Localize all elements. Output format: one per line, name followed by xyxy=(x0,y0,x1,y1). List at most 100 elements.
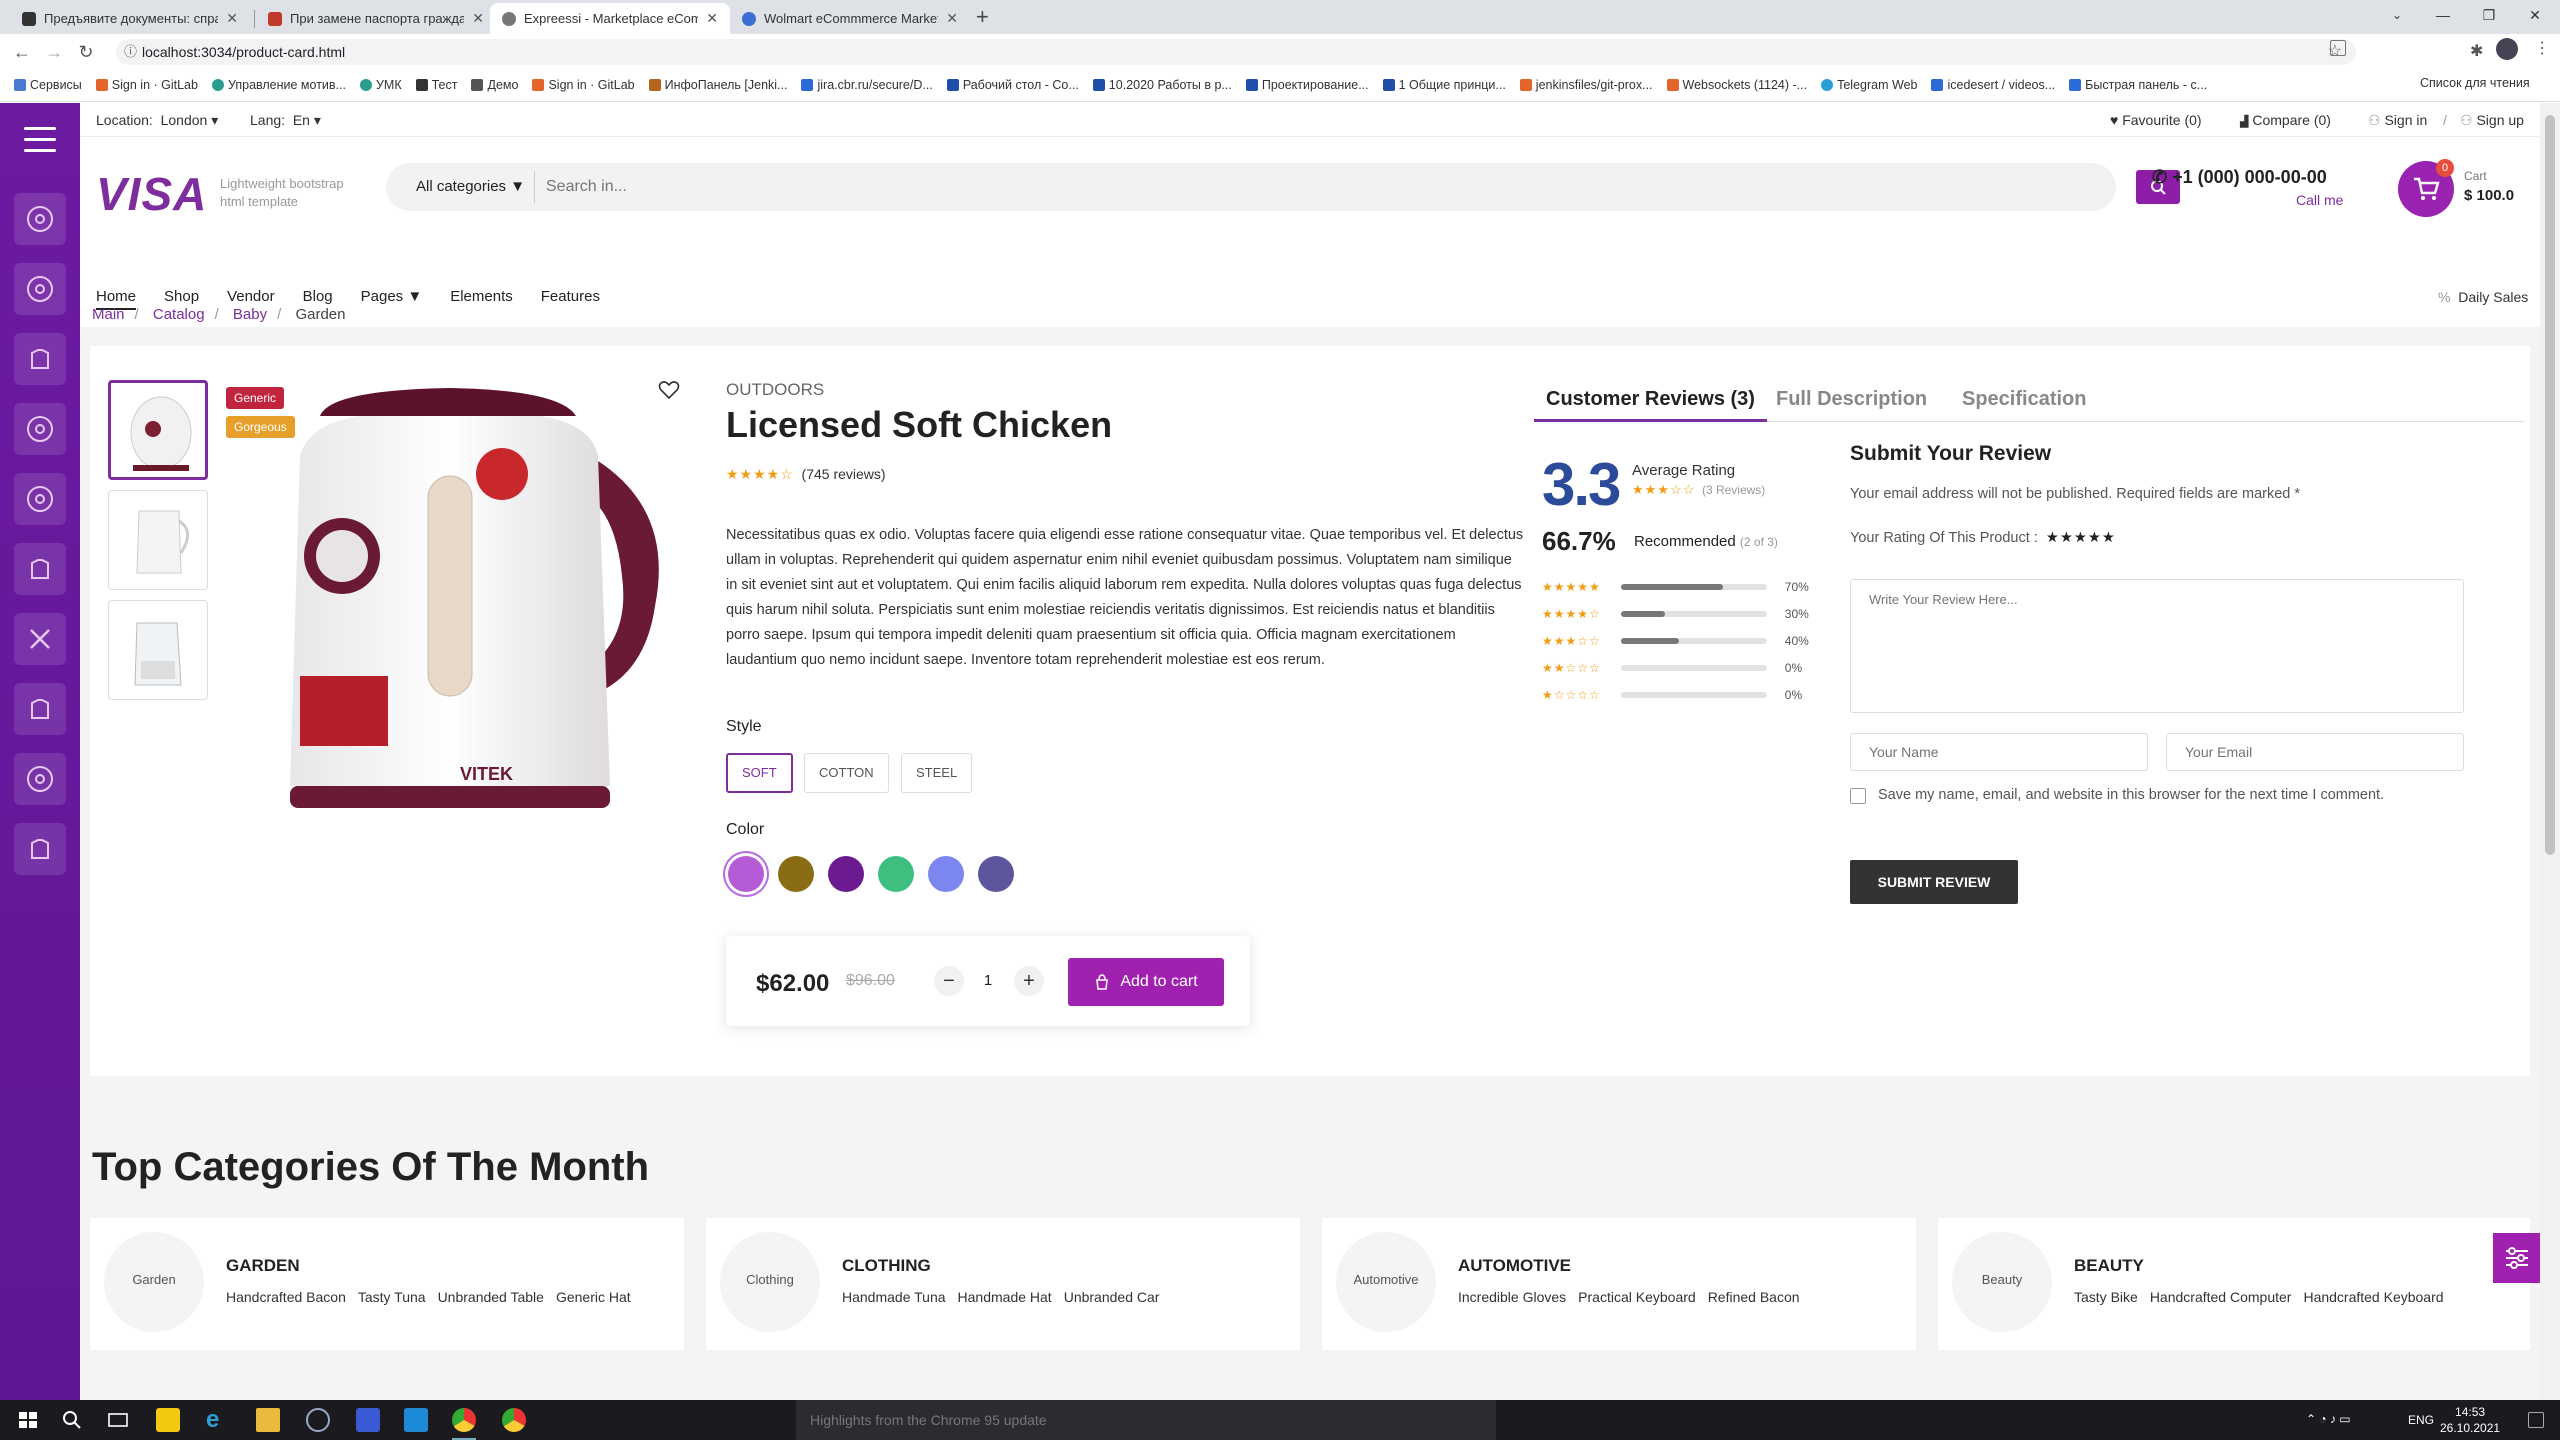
category-link[interactable]: Practical Keyboard xyxy=(1578,1289,1696,1305)
bookmark-item[interactable]: Демо xyxy=(471,78,518,92)
color-swatch[interactable] xyxy=(728,856,764,892)
signup-link[interactable]: ⚇ Sign up xyxy=(2460,112,2524,129)
close-icon[interactable]: ✕ xyxy=(706,10,718,27)
call-me-link[interactable]: Call me xyxy=(2296,192,2343,208)
submit-review-button[interactable]: SUBMIT REVIEW xyxy=(1850,860,2018,904)
category-card[interactable]: Beauty BEAUTY Tasty Bike Handcrafted Comp… xyxy=(1938,1218,2530,1350)
close-icon[interactable]: ✕ xyxy=(472,10,484,27)
category-link[interactable]: Handcrafted Keyboard xyxy=(2303,1289,2443,1305)
back-arrow-icon[interactable]: ← xyxy=(8,38,36,66)
vscode-icon[interactable] xyxy=(404,1408,428,1432)
settings-sliders-button[interactable] xyxy=(2493,1233,2541,1283)
close-icon[interactable]: ✕ xyxy=(226,10,238,27)
review-textarea[interactable] xyxy=(1850,579,2464,713)
category-link[interactable]: Generic Hat xyxy=(556,1289,631,1305)
sidebar-shirt-icon[interactable] xyxy=(14,333,66,385)
address-bar[interactable]: ⓘ localhost:3034/product-card.html ☆ xyxy=(116,39,2356,65)
category-link[interactable]: Handcrafted Computer xyxy=(2150,1289,2292,1305)
bookmark-item[interactable]: 1 Общие принци... xyxy=(1382,78,1506,92)
sidebar-ball-icon[interactable] xyxy=(14,753,66,805)
reload-icon[interactable]: ↻ xyxy=(72,38,100,66)
tray-icons[interactable]: ⌃ ◔ ♪ ▭ xyxy=(2306,1412,2351,1426)
style-option[interactable]: SOFT xyxy=(726,753,793,793)
bookmark-item[interactable]: Websockets (1124) -... xyxy=(1666,78,1807,92)
color-swatch[interactable] xyxy=(928,856,964,892)
translate-icon[interactable] xyxy=(2330,40,2346,56)
sidebar-ball-icon[interactable] xyxy=(14,263,66,315)
tab-search-icon[interactable]: ⌄ xyxy=(2374,0,2420,30)
review-count[interactable]: (745 reviews) xyxy=(802,466,886,482)
chrome-icon[interactable] xyxy=(452,1408,476,1432)
category-name[interactable]: CLOTHING xyxy=(842,1256,931,1276)
category-card[interactable]: Automotive AUTOMOTIVE Incredible Gloves P… xyxy=(1322,1218,1916,1350)
style-option[interactable]: COTTON xyxy=(804,753,889,793)
cart-button[interactable]: 0 xyxy=(2398,159,2454,217)
sidebar-shirt-icon[interactable] xyxy=(14,683,66,735)
daily-sales-link[interactable]: % Daily Sales xyxy=(2438,289,2528,305)
tab-specification[interactable]: Specification xyxy=(1962,388,2086,419)
bookmark-item[interactable]: Sign in · GitLab xyxy=(95,78,198,92)
quantity-increase-button[interactable]: + xyxy=(1014,966,1044,996)
wishlist-heart-icon[interactable] xyxy=(658,380,680,403)
extensions-icon[interactable]: ✱ xyxy=(2470,41,2483,61)
category-image[interactable]: Beauty xyxy=(1952,1232,2052,1332)
windows-start-icon[interactable] xyxy=(16,1408,40,1432)
new-tab-button[interactable]: + xyxy=(976,4,989,30)
category-select[interactable]: All categories ▼ xyxy=(416,178,525,195)
category-link[interactable]: Refined Bacon xyxy=(1708,1289,1800,1305)
language-selector[interactable]: Lang: En ▾ xyxy=(250,112,321,129)
task-view-icon[interactable] xyxy=(106,1408,130,1432)
bookmark-item[interactable]: Рабочий стол - Co... xyxy=(946,78,1079,92)
compare-link[interactable]: ▟ Compare (0) xyxy=(2240,112,2331,128)
sidebar-ball-icon[interactable] xyxy=(14,403,66,455)
category-link[interactable]: Unbranded Table xyxy=(438,1289,544,1305)
category-link[interactable]: Handcrafted Bacon xyxy=(226,1289,346,1305)
category-card[interactable]: Garden GARDEN Handcrafted Bacon Tasty Tun… xyxy=(90,1218,684,1350)
bookmark-item[interactable]: ИнфоПанель [Jenki... xyxy=(648,78,787,92)
minimize-button[interactable]: — xyxy=(2420,0,2466,30)
save-info-checkbox[interactable] xyxy=(1850,788,1866,804)
menu-item-pages[interactable]: Pages ▼ xyxy=(361,288,423,310)
browser-tab[interactable]: При замене паспорта граждани ✕ xyxy=(256,3,496,34)
tab-customer-reviews[interactable]: Customer Reviews (3) xyxy=(1534,388,1767,422)
quantity-decrease-button[interactable]: − xyxy=(934,966,964,996)
bookmark-item[interactable]: Sign in · GitLab xyxy=(532,78,635,92)
bookmark-item[interactable]: Telegram Web xyxy=(1821,78,1917,92)
sidebar-shirt-icon[interactable] xyxy=(14,823,66,875)
category-link[interactable]: Tasty Bike xyxy=(2074,1289,2138,1305)
sidebar-tools-icon[interactable] xyxy=(14,613,66,665)
maximize-button[interactable]: ❐ xyxy=(2466,0,2512,30)
scrollbar-thumb[interactable] xyxy=(2545,115,2555,855)
search-icon[interactable] xyxy=(60,1408,84,1432)
location-selector[interactable]: Location: London ▾ xyxy=(96,112,218,129)
hamburger-menu-icon[interactable] xyxy=(24,127,56,160)
bookmark-item[interactable]: jenkinsfiles/git-prox... xyxy=(1519,78,1653,92)
quantity-value[interactable]: 1 xyxy=(976,972,1000,989)
category-link[interactable]: Incredible Gloves xyxy=(1458,1289,1566,1305)
browser-tab-active[interactable]: Expreessi - Marketplace eComme ✕ xyxy=(490,3,730,34)
category-image[interactable]: Garden xyxy=(104,1232,204,1332)
color-swatch[interactable] xyxy=(878,856,914,892)
app-icon[interactable] xyxy=(156,1408,180,1432)
breadcrumb-item[interactable]: Baby xyxy=(233,306,267,323)
bookmark-item[interactable]: Проектирование... xyxy=(1245,78,1369,92)
notification-toast[interactable]: Highlights from the Chrome 95 update xyxy=(796,1400,1496,1440)
close-window-button[interactable]: ✕ xyxy=(2512,0,2558,30)
bookmark-item[interactable]: 10.2020 Работы в р... xyxy=(1092,78,1232,92)
category-card[interactable]: Clothing CLOTHING Handmade Tuna Handmade … xyxy=(706,1218,1300,1350)
product-thumbnail[interactable] xyxy=(108,380,208,480)
bookmark-item[interactable]: Управление мотив... xyxy=(211,78,346,92)
product-thumbnail[interactable] xyxy=(108,600,208,700)
edge-icon[interactable]: e xyxy=(206,1408,230,1432)
logo[interactable]: VISA xyxy=(96,167,207,221)
menu-item-features[interactable]: Features xyxy=(541,288,600,310)
product-thumbnail[interactable] xyxy=(108,490,208,590)
color-swatch[interactable] xyxy=(828,856,864,892)
app-icon[interactable] xyxy=(306,1408,330,1432)
color-swatch[interactable] xyxy=(778,856,814,892)
sidebar-ball-icon[interactable] xyxy=(14,473,66,525)
category-link[interactable]: Handmade Tuna xyxy=(842,1289,946,1305)
notification-center-icon[interactable] xyxy=(2528,1412,2544,1428)
rating-input-stars[interactable]: ★★★★★ xyxy=(2046,530,2116,546)
info-icon[interactable]: ⓘ xyxy=(124,39,137,65)
